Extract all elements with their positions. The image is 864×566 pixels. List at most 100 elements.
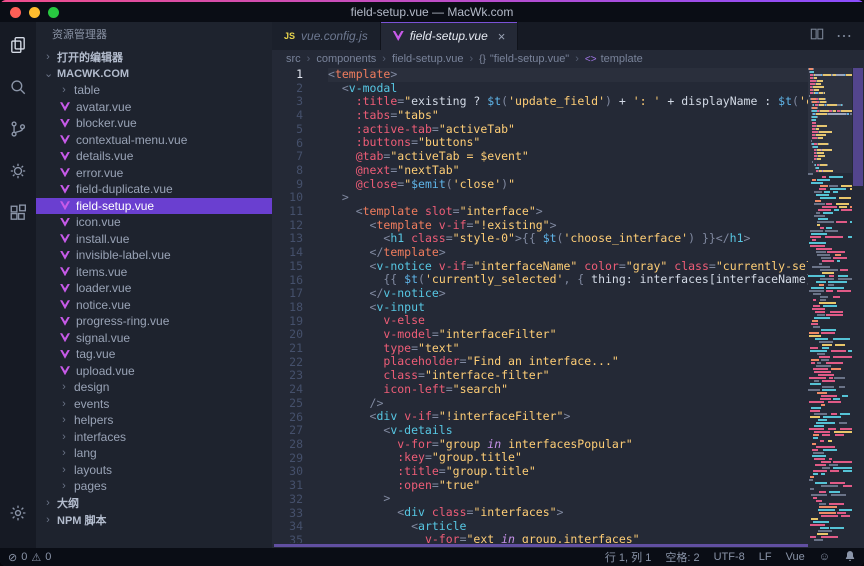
- horizontal-scrollbar[interactable]: [272, 543, 864, 548]
- tree-item[interactable]: ›design: [36, 379, 272, 396]
- minimap[interactable]: [808, 68, 852, 543]
- search-icon[interactable]: [7, 76, 29, 98]
- tree-item[interactable]: ›events: [36, 396, 272, 413]
- explorer-icon[interactable]: [7, 34, 29, 56]
- tree-item[interactable]: tag.vue: [36, 346, 272, 363]
- minimap-viewport[interactable]: [808, 68, 852, 173]
- code-line[interactable]: :active-tab="activeTab": [328, 123, 808, 137]
- code-line[interactable]: {{ $t('currently_selected', { thing: int…: [328, 273, 808, 287]
- line-number[interactable]: 7: [272, 150, 303, 164]
- tree-item[interactable]: contextual-menu.vue: [36, 132, 272, 149]
- cursor-position[interactable]: 行 1, 列 1: [605, 549, 651, 565]
- code-line[interactable]: </v-notice>: [328, 287, 808, 301]
- breadcrumb-item[interactable]: src: [286, 53, 301, 65]
- line-number[interactable]: 16: [272, 274, 303, 288]
- line-number[interactable]: 26: [272, 411, 303, 425]
- tree-item[interactable]: icon.vue: [36, 214, 272, 231]
- tree-item[interactable]: upload.vue: [36, 363, 272, 380]
- notifications-bell-icon[interactable]: [844, 550, 856, 565]
- line-number[interactable]: 18: [272, 301, 303, 315]
- tree-item[interactable]: progress-ring.vue: [36, 313, 272, 330]
- tree-item[interactable]: loader.vue: [36, 280, 272, 297]
- code-line[interactable]: @close="$emit('close')": [328, 178, 808, 192]
- code-line[interactable]: :key="group.title": [328, 451, 808, 465]
- debug-icon[interactable]: [7, 160, 29, 182]
- tree-item[interactable]: signal.vue: [36, 330, 272, 347]
- line-number[interactable]: 9: [272, 178, 303, 192]
- tree-item[interactable]: error.vue: [36, 165, 272, 182]
- horizontal-scrollbar-thumb[interactable]: [274, 544, 808, 547]
- extensions-icon[interactable]: [7, 202, 29, 224]
- line-number[interactable]: 29: [272, 452, 303, 466]
- line-number[interactable]: 24: [272, 383, 303, 397]
- code-line[interactable]: >: [328, 191, 808, 205]
- line-number[interactable]: 15: [272, 260, 303, 274]
- tree-item[interactable]: ›lang: [36, 445, 272, 462]
- code-line[interactable]: v-for="ext in group.interfaces": [328, 533, 808, 543]
- code-line[interactable]: @tab="activeTab = $event": [328, 150, 808, 164]
- problems-indicator[interactable]: ⊘ 0 ⚠ 0: [8, 551, 51, 564]
- tree-item[interactable]: ›layouts: [36, 462, 272, 479]
- code-line[interactable]: <template v-if="!existing">: [328, 219, 808, 233]
- tab-vue-config-js[interactable]: JSvue.config.js: [272, 22, 381, 50]
- tree-item[interactable]: ›helpers: [36, 412, 272, 429]
- line-number[interactable]: 12: [272, 219, 303, 233]
- close-window-button[interactable]: [10, 7, 21, 18]
- line-number[interactable]: 10: [272, 191, 303, 205]
- breadcrumb-item[interactable]: field-setup.vue: [392, 53, 464, 65]
- breadcrumb-item[interactable]: components: [316, 53, 376, 65]
- code-line[interactable]: <div class="interfaces">: [328, 506, 808, 520]
- code-area[interactable]: <template> <v-modal :title="existing ? $…: [316, 68, 808, 543]
- tree-item[interactable]: details.vue: [36, 148, 272, 165]
- feedback-smiley-icon[interactable]: ☺: [819, 551, 830, 563]
- line-number[interactable]: 8: [272, 164, 303, 178]
- line-number[interactable]: 31: [272, 479, 303, 493]
- code-line[interactable]: :open="true": [328, 479, 808, 493]
- code-line[interactable]: <v-input: [328, 301, 808, 315]
- breadcrumb-item[interactable]: {}"field-setup.vue": [479, 53, 569, 65]
- tab-field-setup-vue[interactable]: field-setup.vue×: [381, 22, 519, 50]
- line-number[interactable]: 20: [272, 328, 303, 342]
- line-number[interactable]: 19: [272, 315, 303, 329]
- code-line[interactable]: :tabs="tabs": [328, 109, 808, 123]
- line-number[interactable]: 4: [272, 109, 303, 123]
- code-line[interactable]: <h1 class="style-0">{{ $t('choose_interf…: [328, 232, 808, 246]
- settings-gear-icon[interactable]: [7, 502, 29, 524]
- code-line[interactable]: v-else: [328, 314, 808, 328]
- open-editors-section[interactable]: › 打开的编辑器: [36, 48, 272, 65]
- tree-item[interactable]: ›table: [36, 82, 272, 99]
- tree-item[interactable]: invisible-label.vue: [36, 247, 272, 264]
- code-line[interactable]: class="interface-filter": [328, 369, 808, 383]
- editor[interactable]: 1234567891011121314151617181920212223242…: [272, 68, 864, 543]
- breadcrumb-item[interactable]: <>template: [585, 53, 643, 65]
- line-number[interactable]: 6: [272, 137, 303, 151]
- line-number[interactable]: 34: [272, 520, 303, 534]
- tree-item[interactable]: ›interfaces: [36, 429, 272, 446]
- line-number[interactable]: 5: [272, 123, 303, 137]
- code-line[interactable]: v-for="group in interfacesPopular": [328, 438, 808, 452]
- indentation[interactable]: 空格: 2: [665, 549, 699, 565]
- code-line[interactable]: :title="existing ? $t('update_field') + …: [328, 95, 808, 109]
- more-actions-icon[interactable]: ⋯: [836, 26, 852, 46]
- eol[interactable]: LF: [759, 551, 772, 563]
- tree-item[interactable]: ›pages: [36, 478, 272, 495]
- code-line[interactable]: icon-left="search": [328, 383, 808, 397]
- language-mode[interactable]: Vue: [786, 551, 805, 563]
- code-line[interactable]: <template slot="interface">: [328, 205, 808, 219]
- code-line[interactable]: v-model="interfaceFilter": [328, 328, 808, 342]
- line-number[interactable]: 35: [272, 534, 303, 543]
- code-line[interactable]: />: [328, 397, 808, 411]
- tree-item[interactable]: notice.vue: [36, 297, 272, 314]
- tree-item[interactable]: install.vue: [36, 231, 272, 248]
- code-line[interactable]: :buttons="buttons": [328, 136, 808, 150]
- line-number[interactable]: 11: [272, 205, 303, 219]
- line-number[interactable]: 22: [272, 356, 303, 370]
- close-icon[interactable]: ×: [498, 29, 506, 44]
- code-line[interactable]: @next="nextTab": [328, 164, 808, 178]
- tree-item[interactable]: field-setup.vue: [36, 198, 272, 215]
- code-line[interactable]: type="text": [328, 342, 808, 356]
- code-line[interactable]: <v-notice v-if="interfaceName" color="gr…: [328, 260, 808, 274]
- zoom-window-button[interactable]: [48, 7, 59, 18]
- line-number[interactable]: 3: [272, 95, 303, 109]
- code-line[interactable]: <v-details: [328, 424, 808, 438]
